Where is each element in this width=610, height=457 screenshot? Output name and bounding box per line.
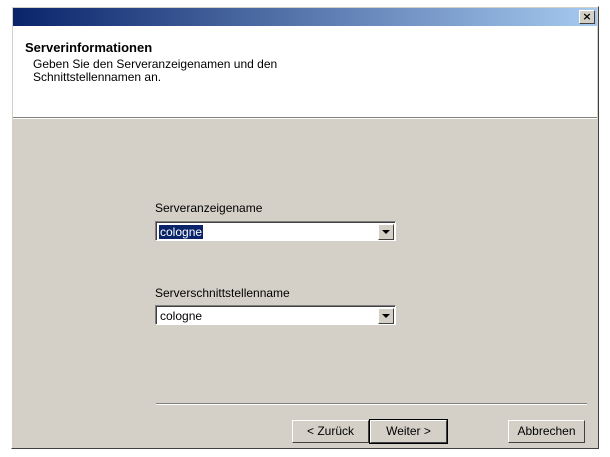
wizard-dialog: × Serverinformationen Geben Sie den Serv… (11, 6, 599, 449)
footer-divider (156, 403, 587, 405)
next-button[interactable]: Weiter > (369, 419, 448, 444)
close-button[interactable]: × (579, 10, 595, 24)
page-subtitle: Geben Sie den Serveranzeigenamen und den… (33, 57, 278, 84)
header-divider (13, 117, 597, 119)
page-title: Serverinformationen (25, 40, 153, 55)
dropdown-arrow-button[interactable] (378, 224, 394, 240)
server-display-name-combo[interactable]: cologne (155, 221, 396, 241)
title-bar[interactable]: × (13, 8, 597, 26)
chevron-down-icon (382, 314, 390, 318)
server-interface-name-label: Serverschnittstellenname (155, 286, 290, 300)
dropdown-arrow-button[interactable] (378, 308, 394, 324)
server-interface-name-combo[interactable]: cologne (155, 305, 396, 325)
chevron-down-icon (382, 230, 390, 234)
server-display-name-value[interactable]: cologne (159, 225, 204, 239)
server-interface-name-value[interactable]: cologne (159, 309, 203, 323)
cancel-button[interactable]: Abbrechen (508, 420, 585, 443)
server-display-name-label: Serveranzeigename (155, 201, 263, 215)
wizard-header: Serverinformationen Geben Sie den Server… (13, 26, 597, 117)
back-button[interactable]: < Zurück (292, 420, 369, 443)
